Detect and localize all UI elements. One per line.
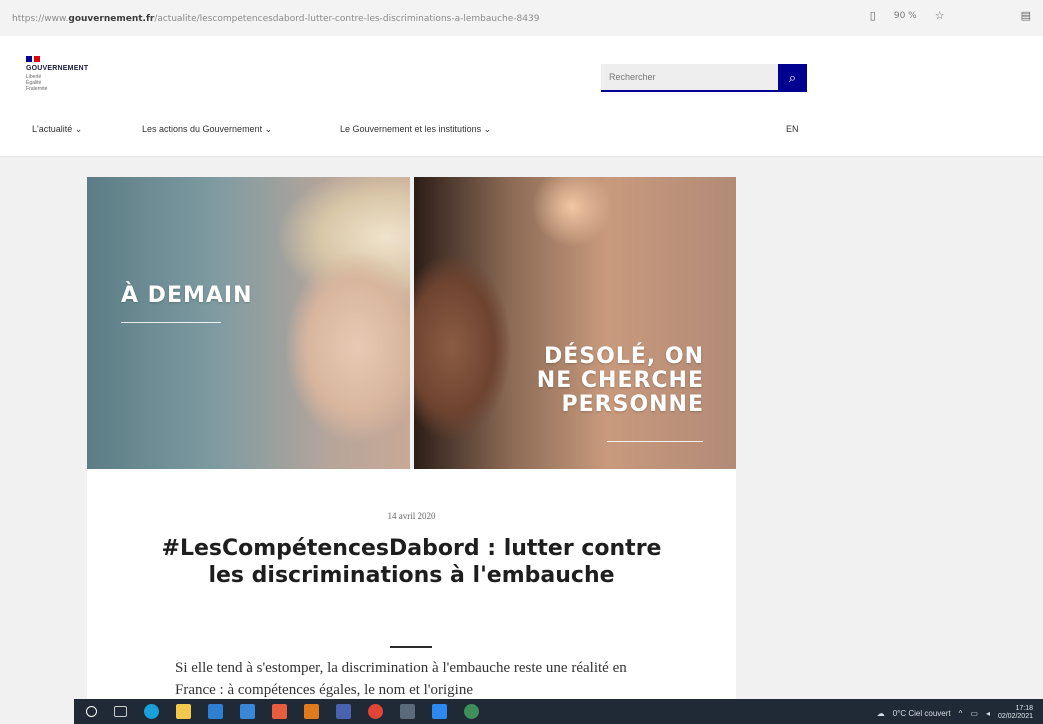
volume-icon[interactable]: ◂ bbox=[986, 709, 990, 718]
clock[interactable]: 17:18 02/02/2021 bbox=[998, 705, 1033, 721]
nav-item-actualite[interactable]: L'actualité ⌄ bbox=[32, 124, 82, 135]
windows-taskbar: ☁ 0°C Ciel couvert ^ ▭ ◂ 17:18 02/02/202… bbox=[74, 699, 1043, 724]
hero-left-portrait bbox=[87, 177, 412, 469]
hero-rule-right bbox=[607, 441, 703, 442]
zoom-level[interactable]: 90 % bbox=[894, 11, 917, 21]
main-nav: L'actualité ⌄ Les actions du Gouvernemen… bbox=[0, 114, 1043, 146]
article-lead: Si elle tend à s'estomper, la discrimina… bbox=[175, 660, 627, 698]
search-bar: ⌕ bbox=[601, 64, 807, 92]
search-input[interactable] bbox=[601, 64, 778, 92]
government-logo[interactable]: GOUVERNEMENT Liberté Égalité Fraternité bbox=[26, 56, 88, 92]
task-view-icon[interactable] bbox=[114, 706, 127, 717]
mail-icon[interactable] bbox=[240, 704, 255, 719]
hero-text-right: DÉSOLÉ, ON NE CHERCHE PERSONNE bbox=[536, 344, 704, 417]
logo-text: GOUVERNEMENT bbox=[26, 65, 89, 72]
hero-image: À DEMAIN DÉSOLÉ, ON NE CHERCHE PERSONNE bbox=[87, 177, 736, 469]
search-button[interactable]: ⌕ bbox=[777, 64, 807, 92]
office-icon[interactable] bbox=[304, 704, 319, 719]
store-icon[interactable] bbox=[208, 704, 223, 719]
hero-text-left: À DEMAIN bbox=[121, 283, 253, 308]
hero-right-portrait bbox=[412, 177, 736, 469]
browser-toolbar: ▯ 90 % ☆ ▤ bbox=[870, 9, 1031, 22]
browser-address-bar: https://www.gouvernement.fr/actualite/le… bbox=[0, 0, 1043, 37]
photos-icon[interactable] bbox=[272, 704, 287, 719]
weather-text[interactable]: 0°C Ciel couvert bbox=[893, 709, 951, 718]
network-icon[interactable]: ▭ bbox=[970, 709, 978, 718]
explorer-icon[interactable] bbox=[176, 704, 191, 719]
weather-icon[interactable]: ☁ bbox=[877, 709, 885, 718]
hero-rule-left bbox=[121, 322, 221, 323]
article-title: #LesCompétencesDabord : lutter contre le… bbox=[161, 536, 662, 588]
tray-chevron-icon[interactable]: ^ bbox=[959, 709, 963, 718]
app-icon[interactable] bbox=[336, 704, 351, 719]
nav-item-actions[interactable]: Les actions du Gouvernement ⌄ bbox=[142, 124, 272, 135]
search-icon: ⌕ bbox=[788, 70, 797, 86]
search-icon[interactable] bbox=[86, 706, 97, 717]
title-rule bbox=[390, 646, 432, 648]
marianne-flag-icon bbox=[26, 56, 88, 62]
settings-icon[interactable] bbox=[432, 704, 447, 719]
motto: Liberté Égalité Fraternité bbox=[26, 74, 48, 92]
favorite-star-icon[interactable]: ☆ bbox=[935, 9, 945, 22]
url-field[interactable]: https://www.gouvernement.fr/actualite/le… bbox=[12, 10, 792, 28]
nav-item-institutions[interactable]: Le Gouvernement et les institutions ⌄ bbox=[340, 124, 491, 135]
system-tray: ☁ 0°C Ciel couvert ^ ▭ ◂ 17:18 02/02/202… bbox=[877, 705, 1033, 721]
url-domain: gouvernement.fr bbox=[68, 14, 155, 24]
edge-icon[interactable] bbox=[144, 704, 159, 719]
calculator-icon[interactable] bbox=[400, 704, 415, 719]
collections-icon[interactable]: ▤ bbox=[1021, 9, 1031, 22]
chrome-icon[interactable] bbox=[368, 704, 383, 719]
taskbar-apps bbox=[86, 704, 479, 719]
article-date: 14 avril 2020 bbox=[387, 511, 436, 521]
site-header: GOUVERNEMENT Liberté Égalité Fraternité … bbox=[0, 36, 1043, 157]
vpn-icon[interactable] bbox=[464, 704, 479, 719]
article-card: 14 avril 2020 #LesCompétencesDabord : lu… bbox=[87, 469, 736, 699]
hero-divider bbox=[410, 177, 414, 469]
reader-mode-icon[interactable]: ▯ bbox=[870, 9, 876, 22]
language-switch[interactable]: EN bbox=[786, 124, 799, 134]
